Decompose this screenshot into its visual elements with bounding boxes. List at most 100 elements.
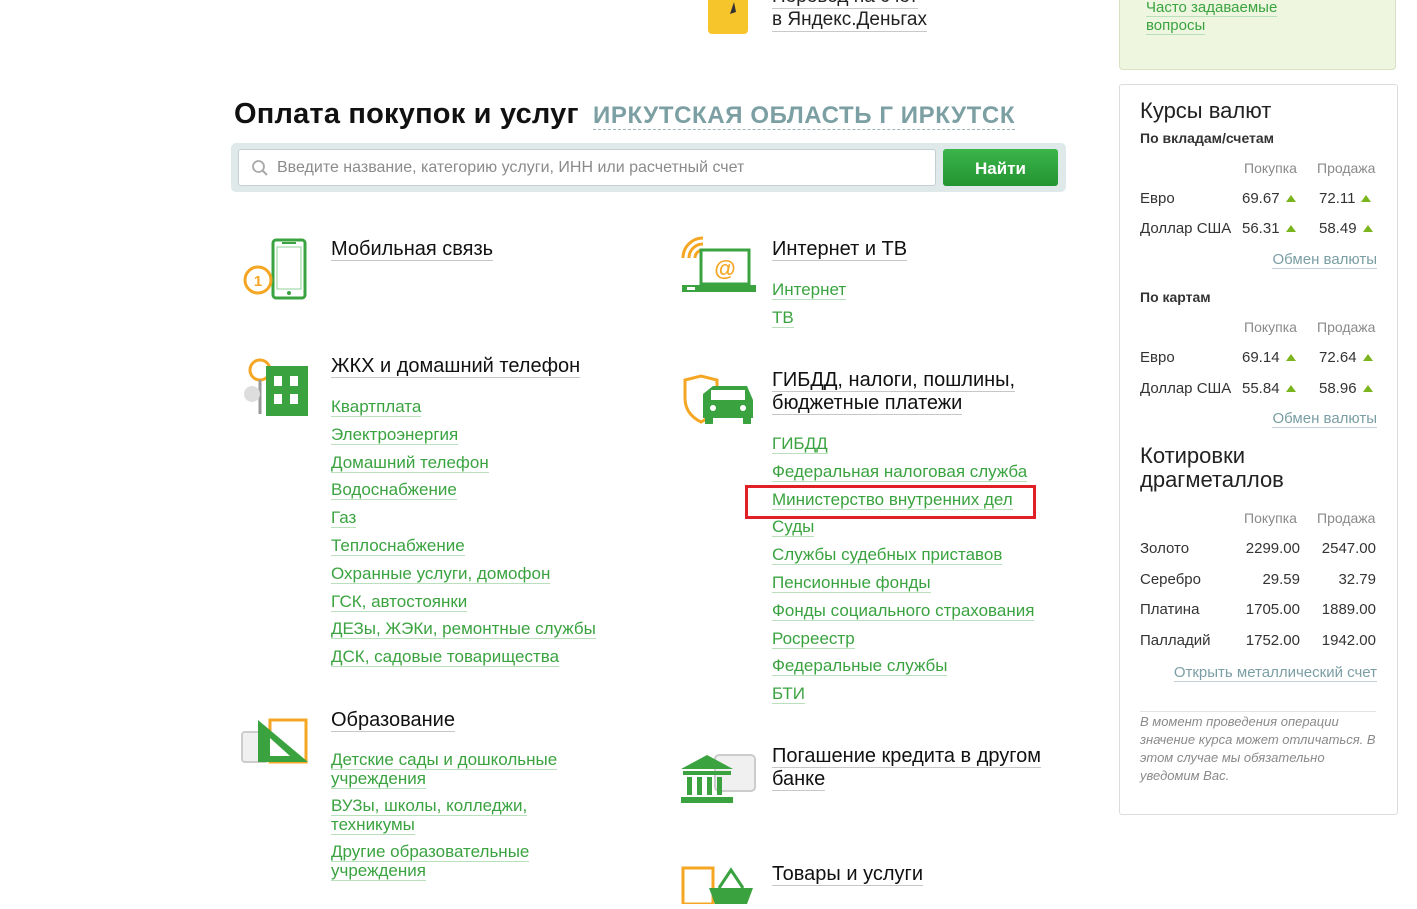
deposit-rate-buy: 56.31 bbox=[1242, 220, 1296, 237]
metal-buy: 2299.00 bbox=[1245, 540, 1300, 557]
currency-exchange-link-cards[interactable]: Обмен валюты bbox=[1272, 410, 1377, 428]
card-currency-name: Доллар США bbox=[1140, 380, 1232, 397]
category-gibdd-taxes[interactable]: ГИБДД, налоги, пошлины, бюджетные платеж… bbox=[772, 369, 1016, 415]
rate-up-icon bbox=[1285, 225, 1296, 232]
metal-name: Серебро bbox=[1140, 571, 1201, 588]
category-internet-tv[interactable]: Интернет и ТВ bbox=[772, 238, 908, 261]
credit-title-line1: Погашение кредита в другом bbox=[772, 745, 1042, 768]
category-goods-services[interactable]: Товары и услуги bbox=[772, 863, 923, 886]
metal-buy: 1752.00 bbox=[1245, 632, 1300, 649]
gibdd-links: ГИБДД Федеральная налоговая служба Минис… bbox=[772, 430, 1035, 708]
category-housing[interactable]: ЖКХ и домашний телефон bbox=[331, 355, 581, 378]
link-repair-services[interactable]: ДЕЗы, ЖЭКи, ремонтные службы bbox=[331, 615, 596, 643]
link-water[interactable]: Водоснабжение bbox=[331, 476, 596, 504]
link-other-education[interactable]: Другие образовательные учреждения bbox=[331, 842, 557, 881]
divider bbox=[1140, 711, 1376, 712]
link-garages[interactable]: ГСК, автостоянки bbox=[331, 588, 596, 616]
link-bailiffs[interactable]: Службы судебных приставов bbox=[772, 541, 1034, 569]
yandex-transfer-link[interactable]: в Яндекс.Деньгах bbox=[772, 9, 927, 32]
link-garden-partnerships[interactable]: ДСК, садовые товарищества bbox=[331, 643, 596, 671]
metals-col-sell: Продажа bbox=[1317, 510, 1376, 526]
metal-sell: 32.79 bbox=[1338, 571, 1376, 588]
card-currency-name: Евро bbox=[1140, 349, 1175, 366]
mobile-phone-icon: 1 bbox=[242, 238, 308, 305]
rate-up-icon bbox=[1362, 225, 1373, 232]
gibdd-title-line2: бюджетные платежи bbox=[772, 392, 963, 415]
rate-up-icon bbox=[1362, 385, 1373, 392]
link-gas[interactable]: Газ bbox=[331, 504, 596, 532]
laptop-wifi-icon: @ bbox=[679, 234, 759, 301]
link-heating[interactable]: Теплоснабжение bbox=[331, 532, 596, 560]
card-rate-sell: 72.64 bbox=[1319, 349, 1373, 366]
deposits-label: По вкладам/счетам bbox=[1140, 130, 1275, 146]
ruler-triangle-icon bbox=[240, 716, 312, 771]
search-bar: Найти bbox=[231, 143, 1066, 192]
building-tree-icon bbox=[240, 354, 312, 425]
faq-panel: Часто задаваемые вопросы bbox=[1119, 0, 1396, 70]
rate-up-icon bbox=[1362, 354, 1373, 361]
currency-exchange-link[interactable]: Обмен валюты bbox=[1272, 251, 1377, 269]
bank-building-icon bbox=[679, 749, 759, 810]
car-shield-icon bbox=[681, 374, 757, 435]
metals-title: Котировки драгметаллов bbox=[1140, 443, 1284, 492]
category-mobile[interactable]: Мобильная связь bbox=[331, 238, 494, 261]
metal-sell: 2547.00 bbox=[1321, 540, 1376, 557]
deposit-rate-sell: 72.11 bbox=[1319, 190, 1372, 207]
cards-col-buy: Покупка bbox=[1244, 319, 1297, 335]
metal-name: Платина bbox=[1140, 601, 1200, 618]
link-internet[interactable]: Интернет bbox=[772, 276, 847, 304]
link-social-insurance[interactable]: Фонды социального страхования bbox=[772, 597, 1035, 625]
search-button[interactable]: Найти bbox=[943, 149, 1058, 186]
search-icon bbox=[252, 160, 268, 176]
metal-sell: 1942.00 bbox=[1321, 632, 1376, 649]
link-home-phone[interactable]: Домашний телефон bbox=[331, 449, 596, 477]
link-universities[interactable]: ВУЗы, школы, колледжи, техникумы bbox=[331, 796, 557, 835]
deposit-rate-buy: 69.67 bbox=[1242, 190, 1296, 207]
link-bti[interactable]: БТИ bbox=[772, 680, 1034, 708]
open-metal-account-link[interactable]: Открыть металлический счет bbox=[1173, 664, 1377, 682]
svg-text:1: 1 bbox=[254, 273, 262, 290]
link-gibdd[interactable]: ГИБДД bbox=[772, 430, 1034, 458]
link-rosreestr[interactable]: Росреестр bbox=[772, 625, 1034, 653]
cards-col-sell: Продажа bbox=[1317, 319, 1376, 335]
search-input[interactable] bbox=[277, 150, 927, 185]
faq-link[interactable]: Часто задаваемые вопросы bbox=[1146, 0, 1306, 35]
metal-name: Золото bbox=[1140, 540, 1190, 557]
cards-label: По картам bbox=[1140, 289, 1211, 305]
deposits-col-sell: Продажа bbox=[1317, 160, 1376, 176]
link-security[interactable]: Охранные услуги, домофон bbox=[331, 560, 596, 588]
education-links: Детские сады и дошкольные учреждения ВУЗы… bbox=[331, 750, 558, 881]
metal-sell: 1889.00 bbox=[1321, 601, 1376, 618]
card-rate-buy: 55.84 bbox=[1242, 380, 1296, 397]
rates-title: Курсы валют bbox=[1140, 98, 1272, 123]
metal-buy: 29.59 bbox=[1262, 571, 1300, 588]
page-title: Оплата покупок и услуг bbox=[234, 98, 579, 130]
link-tv[interactable]: ТВ bbox=[772, 304, 846, 332]
rate-up-icon bbox=[1285, 354, 1296, 361]
metals-col-buy: Покупка bbox=[1244, 510, 1297, 526]
link-pension-funds[interactable]: Пенсионные фонды bbox=[772, 569, 1034, 597]
search-field[interactable] bbox=[238, 149, 936, 186]
link-kvartplata[interactable]: Квартплата bbox=[331, 393, 596, 421]
rate-up-icon bbox=[1285, 195, 1296, 202]
rates-panel: Курсы валют По вкладам/счетам Покупка Пр… bbox=[1119, 84, 1398, 815]
link-federal-services[interactable]: Федеральные службы bbox=[772, 652, 1034, 680]
link-tax-service[interactable]: Федеральная налоговая служба bbox=[772, 458, 1034, 486]
metal-buy: 1705.00 bbox=[1245, 601, 1300, 618]
highlight-box bbox=[745, 485, 1036, 519]
deposit-currency-name: Евро bbox=[1140, 190, 1175, 207]
link-electricity[interactable]: Электроэнергия bbox=[331, 421, 596, 449]
rate-up-icon bbox=[1361, 195, 1372, 202]
internet-links: Интернет ТВ bbox=[772, 276, 847, 332]
card-rate-buy: 69.14 bbox=[1242, 349, 1296, 366]
category-education[interactable]: Образование bbox=[331, 709, 455, 732]
region-selector[interactable]: ИРКУТСКАЯ ОБЛАСТЬ Г ИРКУТСК bbox=[593, 103, 1016, 130]
housing-links: Квартплата Электроэнергия Домашний телеф… bbox=[331, 393, 596, 671]
gibdd-title-line1: ГИБДД, налоги, пошлины, bbox=[772, 369, 1016, 392]
yandex-transfer-link-line1[interactable]: Перевод на счет bbox=[772, 0, 918, 9]
link-kindergartens[interactable]: Детские сады и дошкольные учреждения bbox=[331, 750, 558, 789]
rates-disclaimer: В момент проведения операции значение ку… bbox=[1140, 714, 1376, 783]
rate-up-icon bbox=[1285, 385, 1296, 392]
deposit-rate-sell: 58.49 bbox=[1319, 220, 1373, 237]
category-credit-repayment[interactable]: Погашение кредита в другом банке bbox=[772, 745, 1042, 791]
